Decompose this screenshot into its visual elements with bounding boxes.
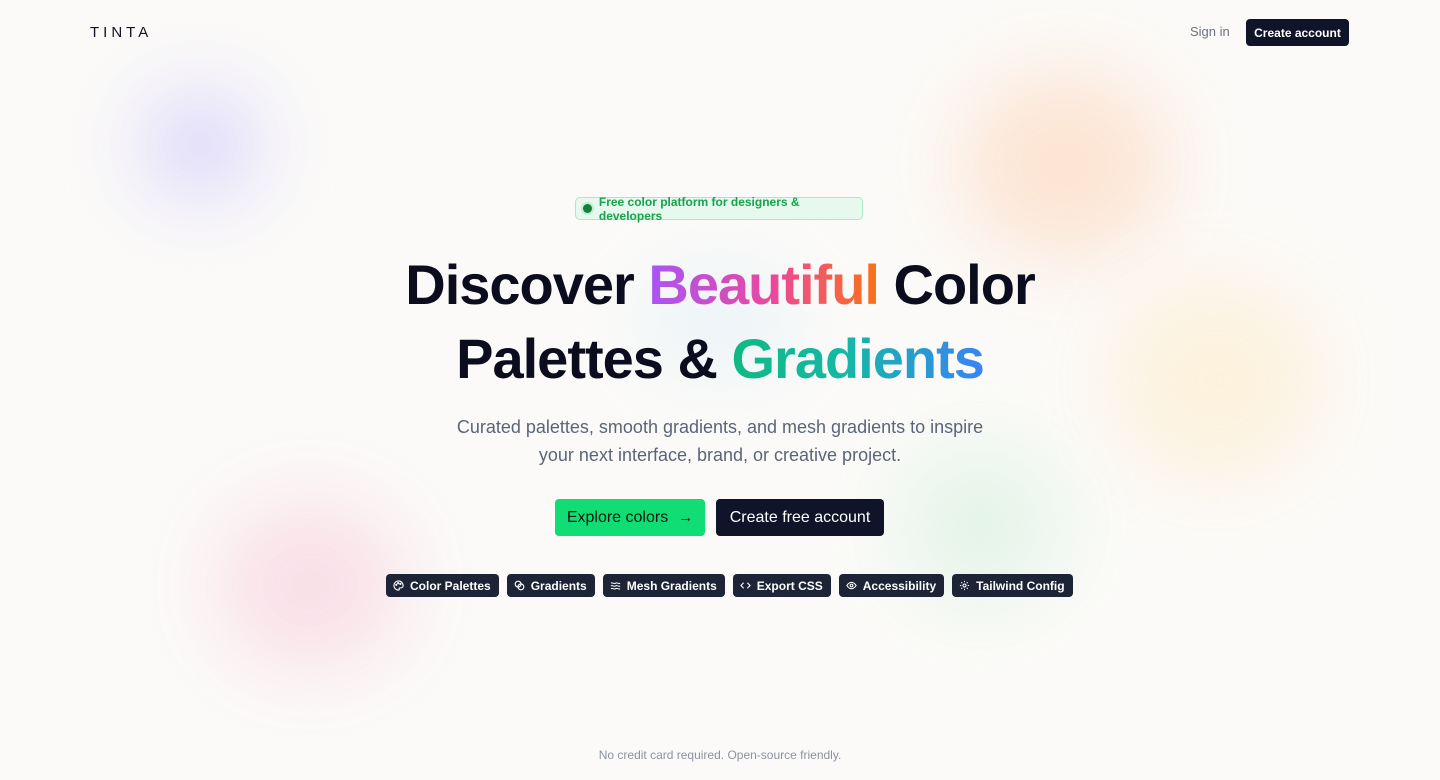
chip-label: Tailwind Config — [976, 578, 1065, 593]
decorative-blob-purple — [140, 90, 260, 200]
chip-label: Color Palettes — [410, 578, 491, 593]
chip-tailwind-config[interactable]: Tailwind Config — [952, 574, 1073, 597]
chip-label: Export CSS — [756, 578, 823, 593]
chip-mesh-gradients[interactable]: Mesh Gradients — [602, 574, 725, 597]
eye-icon — [846, 581, 857, 590]
palette-icon — [393, 580, 404, 591]
chip-gradients[interactable]: Gradients — [506, 574, 595, 597]
hero-subtitle-line1: Curated palettes, smooth gradients, and … — [456, 417, 984, 437]
chip-label: Gradients — [530, 578, 587, 593]
decorative-blob-orange — [960, 70, 1170, 260]
chip-export-css[interactable]: Export CSS — [732, 574, 831, 597]
footer-note: No credit card required. Open-source fri… — [598, 748, 842, 762]
hero-title-highlight-beautiful: Beautiful — [648, 253, 880, 316]
hero-title-highlight-gradients: Gradients — [731, 327, 984, 390]
create-account-button[interactable]: Create account — [1246, 19, 1349, 46]
hero-title-part2: Color — [878, 253, 1036, 316]
chip-color-palettes[interactable]: Color Palettes — [386, 574, 499, 597]
sign-in-link[interactable]: Sign in — [1190, 24, 1230, 39]
landing-page: TINTA Sign in Create account Free color … — [0, 0, 1440, 780]
chip-label: Mesh Gradients — [626, 578, 717, 593]
hero-subtitle-line2: your next interface, brand, or creative … — [538, 445, 902, 465]
logo[interactable]: TINTA — [90, 24, 152, 41]
waves-icon — [610, 582, 621, 590]
platform-badge: Free color platform for designers & deve… — [575, 194, 863, 223]
explore-colors-button[interactable]: Explore colors → — [555, 499, 705, 536]
hero-title-part1: Discover — [405, 253, 649, 316]
badge-text: Free color platform for designers & deve… — [598, 194, 800, 223]
hero-subtitle: Curated palettes, smooth gradients, and … — [0, 413, 1440, 469]
feature-chips: Color Palettes Gradients Mesh Gradients … — [386, 574, 1073, 597]
code-icon — [739, 582, 751, 589]
hero-title-part3: Palettes & — [456, 327, 732, 390]
gradient-icon — [514, 580, 525, 591]
status-dot-icon — [583, 204, 592, 213]
chip-label: Accessibility — [862, 578, 937, 593]
decorative-blob-pink — [215, 500, 405, 670]
hero-title: Discover Beautiful Color Palettes & Grad… — [0, 248, 1440, 396]
chip-accessibility[interactable]: Accessibility — [838, 574, 945, 597]
create-free-account-button[interactable]: Create free account — [716, 499, 884, 536]
arrow-right-icon: → — [678, 509, 694, 526]
settings-icon — [960, 580, 970, 591]
explore-colors-label: Explore colors — [566, 508, 669, 526]
